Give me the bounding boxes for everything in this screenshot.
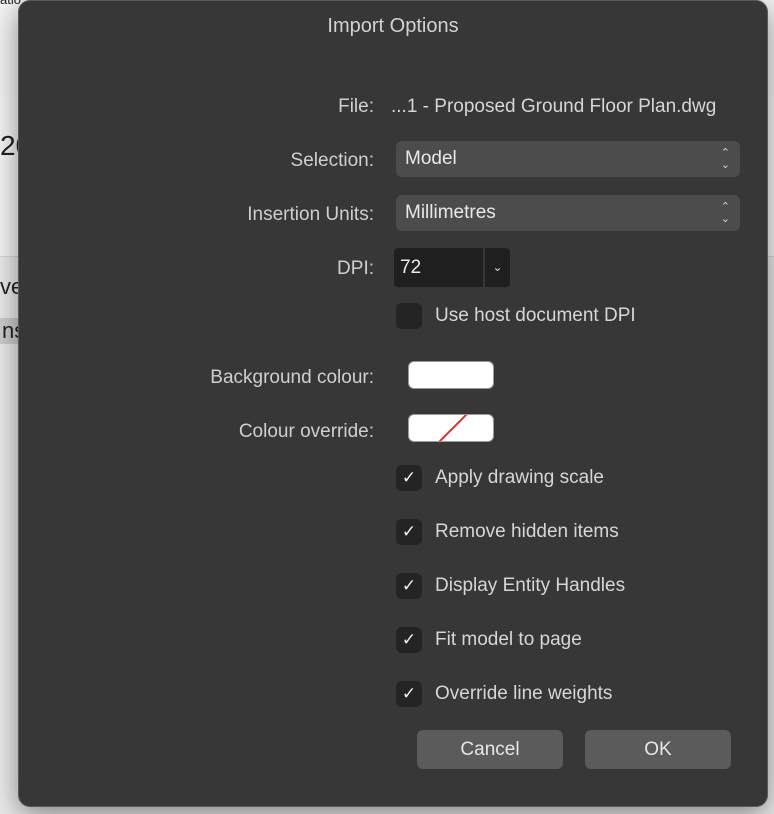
insertion-units-label: Insertion Units: <box>247 204 374 225</box>
option-override-line-weights[interactable]: ✓ Override line weights <box>396 680 612 708</box>
checkmark-icon[interactable]: ✓ <box>396 519 422 545</box>
dpi-label: DPI: <box>337 258 374 279</box>
checkmark-icon[interactable]: ✓ <box>396 681 422 707</box>
updown-chevron-icon: ⌃ ⌄ <box>720 147 730 171</box>
option-label: Override line weights <box>435 683 613 704</box>
option-remove-hidden-items[interactable]: ✓ Remove hidden items <box>396 518 619 546</box>
insertion-units-value: Millimetres <box>405 202 496 223</box>
file-label: File: <box>338 96 374 117</box>
use-host-dpi-row[interactable]: Use host document DPI <box>396 302 636 330</box>
option-label: Apply drawing scale <box>435 467 604 488</box>
option-display-entity-handles[interactable]: ✓ Display Entity Handles <box>396 572 625 600</box>
dialog-title: Import Options <box>327 15 459 37</box>
colour-override-swatch[interactable] <box>408 414 494 442</box>
option-label: Remove hidden items <box>435 521 619 542</box>
background-colour-swatch[interactable] <box>408 361 494 389</box>
import-options-dialog: Import Options File: ...1 - Proposed Gro… <box>18 0 768 807</box>
option-apply-drawing-scale[interactable]: ✓ Apply drawing scale <box>396 464 604 492</box>
insertion-units-popup[interactable]: Millimetres ⌃ ⌄ <box>396 195 740 231</box>
option-fit-model-to-page[interactable]: ✓ Fit model to page <box>396 626 582 654</box>
ok-button[interactable]: OK <box>585 730 731 769</box>
checkmark-icon[interactable]: ✓ <box>396 465 422 491</box>
colour-override-label: Colour override: <box>238 421 374 442</box>
cancel-button[interactable]: Cancel <box>417 730 563 769</box>
checkmark-icon[interactable]: ✓ <box>396 627 422 653</box>
selection-value: Model <box>405 148 457 169</box>
checkmark-icon[interactable]: ✓ <box>396 573 422 599</box>
use-host-dpi-label: Use host document DPI <box>435 305 636 326</box>
option-label: Display Entity Handles <box>435 575 626 596</box>
updown-chevron-icon: ⌃ ⌄ <box>720 201 730 225</box>
file-value: ...1 - Proposed Ground Floor Plan.dwg <box>391 96 717 117</box>
no-colour-slash-icon <box>438 415 468 441</box>
selection-popup[interactable]: Model ⌃ ⌄ <box>396 141 740 177</box>
use-host-dpi-checkbox[interactable] <box>396 303 422 329</box>
background-text-fragment: ns <box>0 318 20 344</box>
background-colour-label: Background colour: <box>210 367 374 388</box>
chevron-down-icon[interactable]: ⌄ <box>485 248 510 287</box>
background-text-fragment: atio <box>0 0 21 7</box>
selection-label: Selection: <box>290 150 374 171</box>
dpi-combobox: 72 ⌄ <box>394 248 510 287</box>
option-label: Fit model to page <box>435 629 582 650</box>
dpi-input[interactable]: 72 <box>394 248 483 287</box>
